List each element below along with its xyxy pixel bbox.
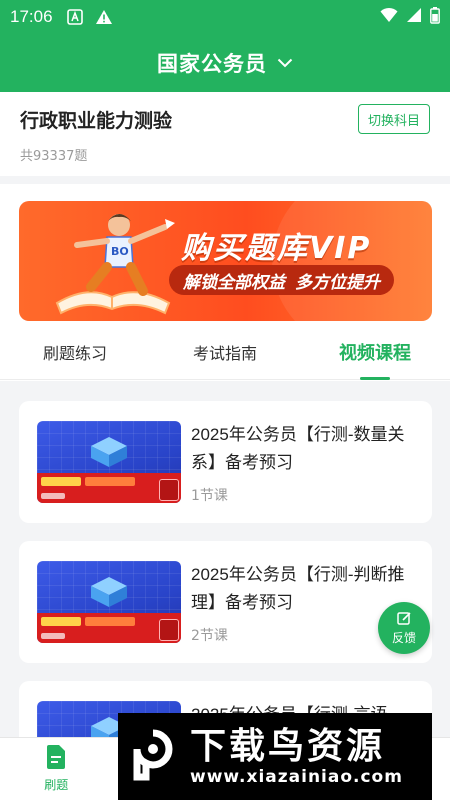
tab-practice[interactable]: 刷题练习 [0, 324, 150, 379]
course-thumbnail [37, 561, 181, 643]
document-icon [45, 745, 67, 772]
exam-title: 国家公务员 [157, 52, 267, 76]
status-bar: 17:06 [0, 0, 450, 34]
signal-icon [406, 7, 422, 27]
main-panel: BO 购买题库VIP 解锁全部权益 多方位提升 刷题练习 考试指南 视频课程 2… [0, 184, 450, 737]
exam-selector[interactable]: 国家公务员 [0, 34, 450, 92]
edit-icon [396, 610, 412, 629]
watermark: 下载鸟资源 www.xiazainiao.com [118, 713, 432, 800]
vip-banner[interactable]: BO 购买题库VIP 解锁全部权益 多方位提升 [19, 201, 432, 321]
course-list: 2025年公务员【行测-数量关系】备考预习 1节课 2025年公务员【行测-判断… [0, 381, 450, 737]
nav-practice-label: 刷题 [44, 778, 69, 792]
course-card[interactable]: 2025年公务员【行测-判断推理】备考预习 2节课 [19, 541, 432, 663]
wifi-icon [380, 7, 398, 27]
content-tabs: 刷题练习 考试指南 视频课程 [0, 324, 450, 380]
banner-sub-1: 解锁全部权益 [183, 272, 285, 293]
cube-icon [91, 437, 127, 467]
watermark-title: 下载鸟资源 [190, 725, 386, 767]
battery-icon [430, 6, 440, 28]
top-bar: 17:06 国家公务员 [0, 0, 450, 92]
nav-practice[interactable]: 刷题 [0, 738, 113, 800]
teacher-avatar [159, 479, 179, 501]
status-time: 17:06 [10, 7, 53, 26]
subject-card: 行政职业能力测验 共93337题 切换科目 [0, 92, 450, 176]
reading-person-illustration: BO [55, 214, 175, 315]
course-title: 2025年公务员【行测-数量关系】备考预习 [191, 425, 405, 472]
course-title: 2025年公务员【行测-判断推理】备考预习 [191, 565, 405, 612]
tab-exam-guide[interactable]: 考试指南 [150, 324, 300, 379]
alert-icon [95, 9, 113, 25]
feedback-label: 反馈 [391, 631, 416, 645]
lesson-count: 1节课 [191, 488, 228, 504]
feedback-button[interactable]: 反馈 [378, 602, 430, 654]
watermark-url: www.xiazainiao.com [190, 766, 403, 787]
question-count: 共93337题 [20, 149, 88, 164]
course-card[interactable]: 2025年公务员【行测-数量关系】备考预习 1节课 [19, 401, 432, 523]
svg-text:BO: BO [111, 245, 129, 258]
banner-subtitle: 解锁全部权益 多方位提升 [169, 265, 394, 295]
chevron-down-icon [277, 58, 293, 68]
banner-sub-2: 多方位提升 [295, 272, 380, 293]
teacher-avatar [159, 619, 179, 641]
cube-icon [91, 577, 127, 607]
course-thumbnail [37, 421, 181, 503]
tab-video-courses[interactable]: 视频课程 [300, 324, 450, 380]
switch-subject-button[interactable]: 切换科目 [358, 104, 430, 134]
lesson-count: 2节课 [191, 628, 228, 644]
bird-logo [133, 729, 173, 780]
font-a-icon [66, 9, 83, 25]
status-right [380, 6, 440, 28]
banner-headline: 购买题库VIP [181, 231, 372, 266]
